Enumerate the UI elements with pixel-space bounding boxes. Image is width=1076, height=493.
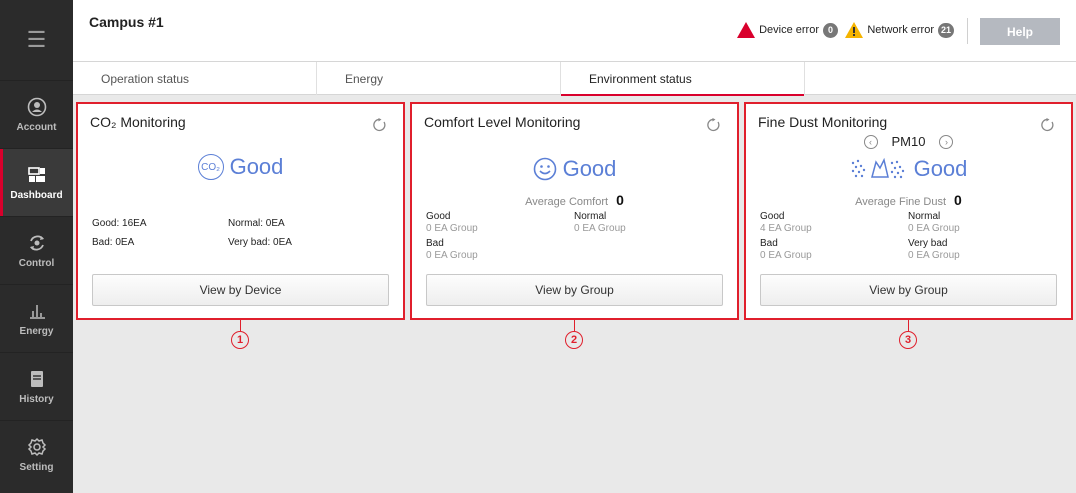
callout-line [240,320,241,331]
pm-type: PM10 [891,134,926,149]
refresh-icon[interactable] [1041,118,1055,132]
device-error-label: Device error [759,24,819,36]
header-divider [967,18,968,44]
co2-very-bad: Very bad: 0EA [228,237,292,248]
comfort-good: Good 0 EA Group [426,211,478,234]
device-error-count: 0 [823,22,838,38]
avg-label: Average Comfort [525,196,609,208]
control-icon [29,235,44,250]
callout-line [908,320,909,331]
dust-normal: Normal 0 EA Group [908,211,960,234]
setting-icon [27,437,46,456]
dust-very-bad: Very bad 0 EA Group [908,238,960,261]
sidebar-item-label: Setting [19,461,54,473]
network-error-count: 21 [937,22,954,38]
error-triangle-icon [737,22,756,38]
callout-marker: 2 [565,331,583,349]
header: Campus #1 Device error 0 Network error 2… [73,0,1076,62]
average-fine-dust: Average Fine Dust 0 [746,192,1071,208]
status-text: Good [229,154,284,179]
card-title: CO₂ Monitoring [90,114,186,130]
average-comfort: Average Comfort 0 [412,192,737,208]
sidebar-item-account[interactable]: Account [0,80,73,148]
sidebar-item-label: Account [16,121,57,133]
avg-value: 0 [954,192,962,208]
view-by-device-button[interactable]: View by Device [92,274,389,306]
warning-triangle-icon [845,22,864,38]
sidebar-item-label: Dashboard [10,189,63,201]
avg-label: Average Fine Dust [855,196,947,208]
smiley-icon [533,157,556,181]
tab-environment-status[interactable]: Environment status [561,62,805,96]
tab-operation-status[interactable]: Operation status [73,62,317,95]
device-error-status[interactable]: Device error 0 [737,22,838,38]
co2-monitoring-card: CO₂ Monitoring CO₂ Good Good: 16EA Norma… [76,102,405,320]
sidebar-item-energy[interactable]: Energy [0,284,73,352]
sidebar: ☰ Account Dashboard Control Energy Histo… [0,0,73,493]
sidebar-item-control[interactable]: Control [0,216,73,284]
network-error-label: Network error [867,24,934,36]
sidebar-item-label: Energy [19,325,54,337]
comfort-normal: Normal 0 EA Group [574,211,626,234]
sidebar-item-setting[interactable]: Setting [0,420,73,488]
pm-selector: ‹ PM10 › [746,134,1071,149]
co2-status: CO₂ Good [78,154,403,180]
callout-marker: 1 [231,331,249,349]
refresh-icon[interactable] [707,118,721,132]
network-error-status[interactable]: Network error 21 [845,22,954,38]
callout-marker: 3 [899,331,917,349]
chevron-right-icon[interactable]: › [939,134,954,149]
history-icon [30,370,43,387]
sidebar-item-label: History [19,393,54,405]
callout-line [574,320,575,331]
sidebar-item-history[interactable]: History [0,352,73,420]
dashboard-icon [27,166,45,182]
fine-dust-monitoring-card: Fine Dust Monitoring ‹ PM10 › Good Avera… [744,102,1073,320]
dust-status: Good [746,156,1071,182]
chevron-left-icon[interactable]: ‹ [863,134,878,149]
page-title: Campus #1 [89,14,164,30]
dust-bad: Bad 0 EA Group [760,238,812,261]
menu-icon[interactable]: ☰ [0,0,73,80]
view-by-group-button[interactable]: View by Group [426,274,723,306]
status-text: Good [913,156,968,181]
fine-dust-icon [851,158,904,179]
account-icon [27,97,46,116]
status-text: Good [562,156,617,181]
dust-good: Good 4 EA Group [760,211,812,234]
comfort-monitoring-card: Comfort Level Monitoring Good Average Co… [410,102,739,320]
comfort-status: Good [412,156,737,182]
help-button[interactable]: Help [980,18,1060,45]
co2-icon: CO₂ [197,154,224,180]
card-title: Fine Dust Monitoring [758,114,888,130]
sidebar-item-dashboard[interactable]: Dashboard [0,148,73,216]
card-title: Comfort Level Monitoring [424,114,581,130]
co2-bad: Bad: 0EA [92,237,135,248]
sidebar-item-label: Control [18,257,55,269]
avg-value: 0 [616,192,624,208]
comfort-bad: Bad 0 EA Group [426,238,478,261]
refresh-icon[interactable] [373,118,387,132]
co2-good: Good: 16EA [92,218,147,229]
tab-energy[interactable]: Energy [317,62,561,95]
co2-normal: Normal: 0EA [228,218,285,229]
tab-bar: Operation status Energy Environment stat… [73,62,1076,96]
energy-icon [29,304,45,319]
view-by-group-button[interactable]: View by Group [760,274,1057,306]
